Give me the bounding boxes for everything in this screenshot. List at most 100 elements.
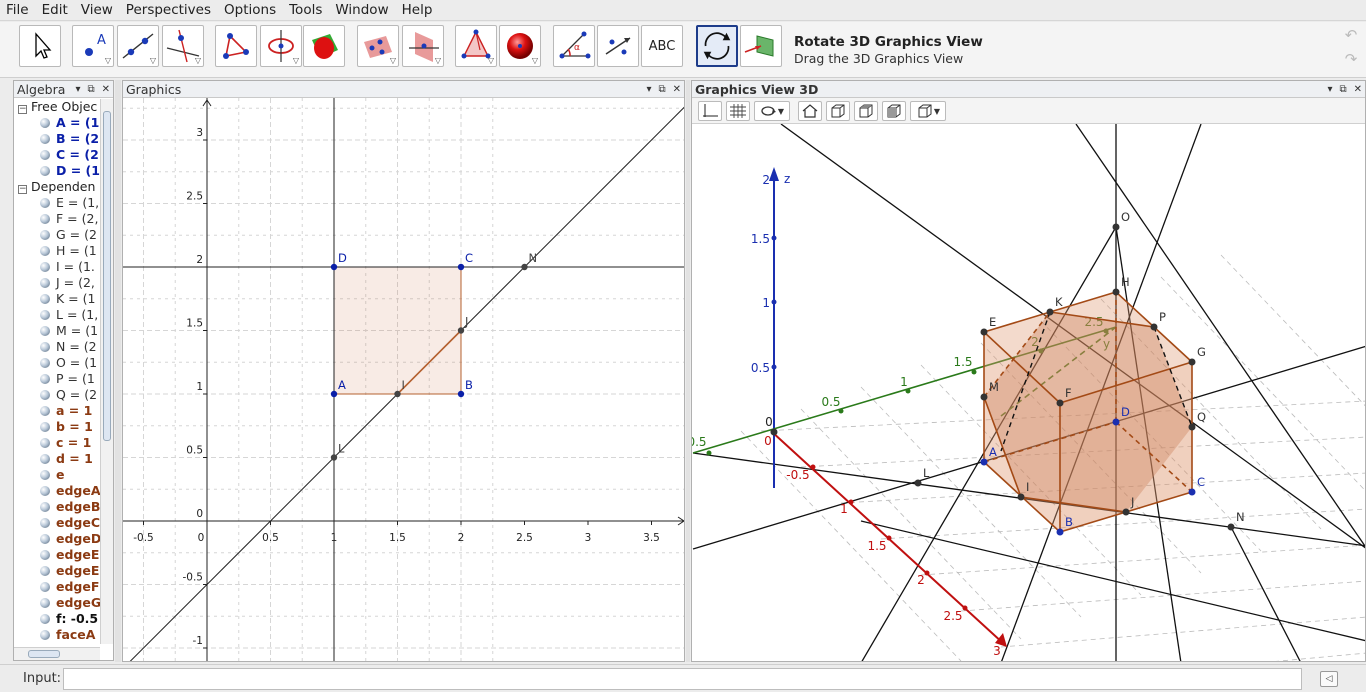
dependent-objects-group[interactable]: − Dependen xyxy=(14,179,100,195)
algebra-item[interactable]: D = (1 xyxy=(14,163,100,179)
algebra-item[interactable]: edgeB xyxy=(14,499,100,515)
visibility-toggle-icon[interactable] xyxy=(40,294,50,304)
free-objects-group[interactable]: − Free Objec xyxy=(14,99,100,115)
algebra-item[interactable]: B = (2 xyxy=(14,131,100,147)
visibility-toggle-icon[interactable] xyxy=(40,406,50,416)
splitter[interactable] xyxy=(115,80,121,662)
algebra-item[interactable]: N = (2 xyxy=(14,339,100,355)
algebra-item[interactable]: Q = (2 xyxy=(14,387,100,403)
view-menu-icon[interactable]: ▾ xyxy=(646,81,651,98)
circle-tool-button[interactable]: ▽ xyxy=(260,25,302,67)
algebra-item[interactable]: L = (1, xyxy=(14,307,100,323)
visibility-toggle-icon[interactable] xyxy=(40,550,50,560)
algebra-item[interactable]: a = 1 xyxy=(14,403,100,419)
algebra-item[interactable]: P = (1 xyxy=(14,371,100,387)
view-menu-icon[interactable]: ▾ xyxy=(1327,81,1332,98)
show-grid-button[interactable] xyxy=(726,101,750,121)
view-top-button[interactable] xyxy=(854,101,878,121)
visibility-toggle-icon[interactable] xyxy=(40,166,50,176)
menu-file[interactable]: File xyxy=(0,0,36,21)
visibility-toggle-icon[interactable] xyxy=(40,358,50,368)
menu-tools[interactable]: Tools xyxy=(283,0,329,21)
algebra-item[interactable]: M = (1 xyxy=(14,323,100,339)
graphics-canvas[interactable]: -0.500.511.522.533.532.521.510.50-0.5-1A… xyxy=(123,98,685,662)
visibility-toggle-icon[interactable] xyxy=(40,470,50,480)
splitter[interactable] xyxy=(686,80,690,662)
view-direction-dropdown[interactable]: ▼ xyxy=(910,101,946,121)
visibility-toggle-icon[interactable] xyxy=(40,134,50,144)
algebra-item[interactable]: c = 1 xyxy=(14,435,100,451)
algebra-item[interactable]: G = (2 xyxy=(14,227,100,243)
visibility-toggle-icon[interactable] xyxy=(40,566,50,576)
view-side-button[interactable] xyxy=(882,101,906,121)
menu-edit[interactable]: Edit xyxy=(36,0,75,21)
close-icon[interactable]: ✕ xyxy=(673,81,681,98)
visibility-toggle-icon[interactable] xyxy=(40,630,50,640)
menu-options[interactable]: Options xyxy=(218,0,283,21)
show-axes-button[interactable] xyxy=(698,101,722,121)
algebra-item[interactable]: J = (2, xyxy=(14,275,100,291)
visibility-toggle-icon[interactable] xyxy=(40,214,50,224)
perpendicular-line-tool-button[interactable]: ▽ xyxy=(162,25,204,67)
close-icon[interactable]: ✕ xyxy=(102,81,110,98)
rotate-view-dropdown[interactable]: ▼ xyxy=(754,101,790,121)
visibility-toggle-icon[interactable] xyxy=(40,486,50,496)
visibility-toggle-icon[interactable] xyxy=(40,310,50,320)
redo-icon[interactable]: ↷ xyxy=(1340,50,1362,70)
visibility-toggle-icon[interactable] xyxy=(40,454,50,464)
visibility-toggle-icon[interactable] xyxy=(40,438,50,448)
visibility-toggle-icon[interactable] xyxy=(40,422,50,432)
polygon-tool-button[interactable] xyxy=(215,25,257,67)
algebra-item[interactable]: edgeG xyxy=(14,595,100,611)
algebra-item[interactable]: H = (1 xyxy=(14,243,100,259)
line-tool-button[interactable]: ▽ xyxy=(117,25,159,67)
plane-through-points-tool-button[interactable]: ▽ xyxy=(357,25,399,67)
rotate-3d-view-tool-button[interactable] xyxy=(696,25,738,67)
pyramid-tool-button[interactable]: ▽ xyxy=(455,25,497,67)
algebra-item[interactable]: edgeE xyxy=(14,563,100,579)
input-field[interactable] xyxy=(63,668,1302,690)
visibility-toggle-icon[interactable] xyxy=(40,150,50,160)
algebra-item[interactable]: edgeE xyxy=(14,547,100,563)
horizontal-scrollbar[interactable] xyxy=(14,647,100,660)
visibility-toggle-icon[interactable] xyxy=(40,598,50,608)
view-from-front-tool-button[interactable] xyxy=(740,25,782,67)
menu-perspectives[interactable]: Perspectives xyxy=(120,0,218,21)
visibility-toggle-icon[interactable] xyxy=(40,326,50,336)
algebra-item[interactable]: faceA xyxy=(14,627,100,643)
vertical-scrollbar[interactable] xyxy=(100,99,113,644)
scroll-thumb[interactable] xyxy=(28,650,60,658)
visibility-toggle-icon[interactable] xyxy=(40,198,50,208)
visibility-toggle-icon[interactable] xyxy=(40,518,50,528)
scroll-thumb[interactable] xyxy=(103,111,111,441)
reflect-tool-button[interactable] xyxy=(597,25,639,67)
intersect-surfaces-tool-button[interactable] xyxy=(303,25,345,67)
graphics-3d-canvas[interactable]: 21.510.5z0.511.522.5y0.5-0.511.522.5300A… xyxy=(692,124,1366,662)
visibility-toggle-icon[interactable] xyxy=(40,278,50,288)
visibility-toggle-icon[interactable] xyxy=(40,342,50,352)
menu-view[interactable]: View xyxy=(75,0,120,21)
algebra-item[interactable]: edgeF xyxy=(14,579,100,595)
algebra-item[interactable]: A = (1 xyxy=(14,115,100,131)
visibility-toggle-icon[interactable] xyxy=(40,390,50,400)
undo-icon[interactable]: ↶ xyxy=(1340,26,1362,46)
input-help-icon[interactable]: ◁ xyxy=(1320,671,1338,687)
algebra-item[interactable]: b = 1 xyxy=(14,419,100,435)
standard-view-button[interactable] xyxy=(798,101,822,121)
text-tool-button[interactable]: ABC xyxy=(641,25,683,67)
move-tool-button[interactable] xyxy=(19,25,61,67)
visibility-toggle-icon[interactable] xyxy=(40,246,50,256)
algebra-item[interactable]: C = (2 xyxy=(14,147,100,163)
collapse-icon[interactable]: − xyxy=(18,185,27,194)
collapse-icon[interactable]: − xyxy=(18,105,27,114)
perpendicular-plane-tool-button[interactable]: ▽ xyxy=(402,25,444,67)
visibility-toggle-icon[interactable] xyxy=(40,502,50,512)
algebra-item[interactable]: e xyxy=(14,467,100,483)
menu-help[interactable]: Help xyxy=(396,0,440,21)
view-front-button[interactable] xyxy=(826,101,850,121)
algebra-item[interactable]: F = (2, xyxy=(14,211,100,227)
algebra-item[interactable]: E = (1, xyxy=(14,195,100,211)
view-menu-icon[interactable]: ▾ xyxy=(75,81,80,98)
close-icon[interactable]: ✕ xyxy=(1354,81,1362,98)
algebra-item[interactable]: edgeA xyxy=(14,483,100,499)
